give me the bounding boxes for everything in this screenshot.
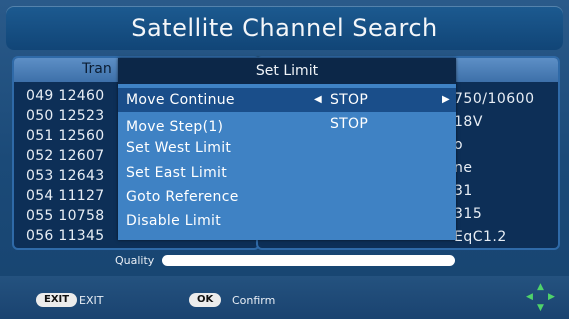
info-motor-type: EqC1.2 [454,229,507,245]
transponder-list: 049 12460 050 12523 051 12560 052 12607 … [26,86,104,246]
menu-item-label: Disable Limit [126,213,221,229]
arrow-right-icon[interactable]: ▶ [442,88,450,112]
menu-item-move-step[interactable]: Move Step(1) STOP [118,112,456,136]
menu-item-value: STOP [330,116,369,132]
list-item[interactable]: 051 12560 [26,126,104,146]
menu-item-label: Move Continue [126,92,235,108]
satellite-info-list: 750/10600 18V o ne 31 315 EqC1.2 [454,88,534,249]
menu-item-goto-reference[interactable]: Goto Reference [118,185,456,209]
menu-item-label: Goto Reference [126,189,239,205]
set-limit-dialog-header: Set Limit [118,58,456,84]
list-item[interactable]: 050 12523 [26,106,104,126]
dialog-title: Set Limit [255,63,319,79]
menu-item-disable-limit[interactable]: Disable Limit [118,209,456,233]
page-title: Satellite Channel Search [131,14,438,42]
dpad-icon: ▲ ▼ ◀ ▶ [526,282,555,313]
confirm-key-label: Confirm [232,294,276,307]
exit-key-button[interactable]: EXIT [36,293,78,307]
list-item[interactable]: 049 12460 [26,86,104,106]
quality-label: Quality [115,254,155,267]
exit-key-label: EXIT [79,294,104,307]
info-22k: o [454,137,464,153]
info-value-5: 31 [454,183,473,199]
menu-item-move-continue[interactable]: Move Continue ◀ STOP ▶ [118,88,456,112]
info-diseqc: ne [454,160,473,176]
tv-screen: Satellite Channel Search Tran 049 12460 … [0,0,569,319]
list-item[interactable]: 054 11127 [26,186,104,206]
list-item[interactable]: 052 12607 [26,146,104,166]
info-value-6: 315 [454,206,483,222]
set-limit-dialog: Set Limit Move Continue ◀ STOP ▶ Move St… [118,58,456,240]
menu-item-label: Set East Limit [126,165,228,181]
menu-item-set-east-limit[interactable]: Set East Limit [118,161,456,185]
title-bar: Satellite Channel Search [6,6,563,50]
menu-item-value: STOP [330,92,369,108]
menu-item-label: Set West Limit [126,140,232,156]
quality-bar [162,255,455,266]
arrow-left-icon[interactable]: ◀ [314,88,322,112]
list-item[interactable]: 053 12643 [26,166,104,186]
transponder-header-label: Tran [82,61,112,77]
list-item[interactable]: 055 10758 [26,206,104,226]
list-item[interactable]: 056 11345 [26,226,104,246]
ok-key-button[interactable]: OK [189,293,222,307]
info-lnb-freq: 750/10600 [454,91,535,107]
info-polarity: 18V [454,114,483,130]
menu-item-set-west-limit[interactable]: Set West Limit [118,136,456,160]
